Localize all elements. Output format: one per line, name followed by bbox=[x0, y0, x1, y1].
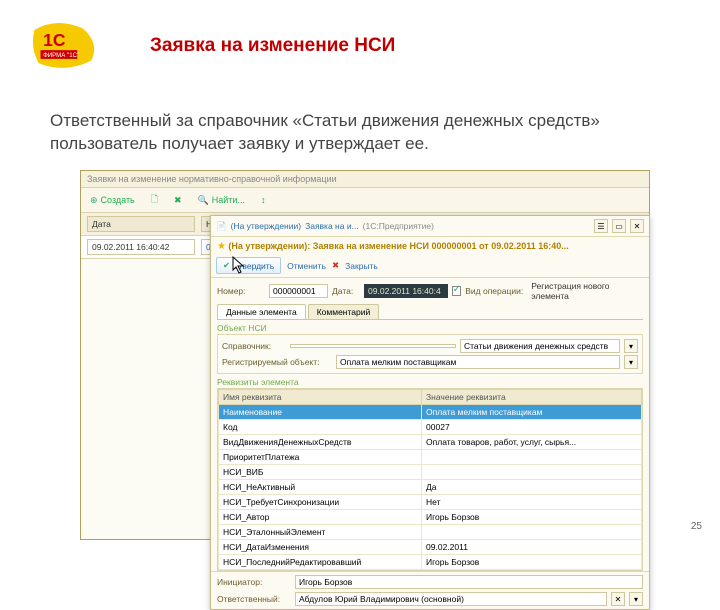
page-number: 25 bbox=[691, 521, 702, 532]
table-row[interactable]: НСИ_ПоследнийРедактировавшийИгорь Борзов bbox=[219, 555, 642, 570]
winbtn-1[interactable]: ☰ bbox=[594, 219, 608, 233]
star-icon: ★ bbox=[217, 241, 226, 252]
table-row[interactable]: НСИ_ВИБ bbox=[219, 465, 642, 480]
regobj-select[interactable]: ▾ bbox=[624, 355, 638, 369]
table-row[interactable]: НСИ_ЭталонныйЭлемент bbox=[219, 525, 642, 540]
req-value-cell: Игорь Борзов bbox=[422, 510, 642, 525]
toolbar-action-1[interactable]: 🗋 bbox=[146, 190, 163, 210]
regobj-field[interactable]: Оплата мелким поставщикам bbox=[336, 355, 620, 369]
col-req-value[interactable]: Значение реквизита bbox=[422, 390, 642, 405]
slide-title: Заявка на изменение НСИ bbox=[150, 35, 395, 57]
search-icon: 🔍 bbox=[198, 195, 209, 206]
req-value-cell: Игорь Борзов bbox=[422, 555, 642, 570]
request-form-window: 📄 (На утверждении) Заявка на и... (1С:Пр… bbox=[210, 215, 650, 610]
table-row[interactable]: НСИ_НеАктивныйДа bbox=[219, 480, 642, 495]
req-value-cell bbox=[422, 450, 642, 465]
form-title: (На утверждении): Заявка на изменение НС… bbox=[228, 241, 568, 251]
table-row[interactable]: НаименованиеОплата мелким поставщикам bbox=[219, 405, 642, 420]
req-name-cell: НСИ_ЭталонныйЭлемент bbox=[219, 525, 422, 540]
find-button[interactable]: 🔍Найти... bbox=[193, 193, 250, 208]
ref-value[interactable]: Статьи движения денежных средств bbox=[460, 339, 620, 353]
slide-description: Ответственный за справочник «Статьи движ… bbox=[50, 110, 650, 156]
req-value-cell: Нет bbox=[422, 495, 642, 510]
responsible-label: Ответственный: bbox=[217, 594, 291, 604]
plus-icon: ⊕ bbox=[90, 195, 98, 206]
date-label: Дата: bbox=[332, 286, 360, 296]
col-date[interactable]: Дата bbox=[87, 216, 195, 232]
req-name-cell: Код bbox=[219, 420, 422, 435]
date-field[interactable]: 09.02.2011 16:40:4 bbox=[364, 284, 448, 298]
check-icon: ✔ bbox=[223, 260, 230, 271]
req-value-cell: 09.02.2011 bbox=[422, 540, 642, 555]
table-row[interactable]: ПриоритетПлатежа bbox=[219, 450, 642, 465]
resp-clear[interactable]: ✕ bbox=[611, 592, 625, 606]
table-row[interactable]: НСИ_ДатаИзменения09.02.2011 bbox=[219, 540, 642, 555]
req-name-cell: НСИ_ВИБ bbox=[219, 465, 422, 480]
requisites-table: Имя реквизита Значение реквизита Наимено… bbox=[218, 389, 642, 570]
req-name-cell: ВидДвиженияДенежныхСредств bbox=[219, 435, 422, 450]
op-label: Вид операции: bbox=[465, 286, 527, 296]
req-name-cell: Наименование bbox=[219, 405, 422, 420]
req-name-cell: ПриоритетПлатежа bbox=[219, 450, 422, 465]
req-value-cell: Оплата товаров, работ, услуг, сырья... bbox=[422, 435, 642, 450]
req-value-cell: Да bbox=[422, 480, 642, 495]
approve-button[interactable]: ✔Утвердить bbox=[216, 257, 281, 274]
ref-field[interactable] bbox=[290, 344, 456, 348]
table-row[interactable]: НСИ_ТребуетСинхронизацииНет bbox=[219, 495, 642, 510]
section-requisites: Реквизиты элемента bbox=[211, 374, 649, 388]
tab-comment[interactable]: Комментарий bbox=[308, 304, 380, 319]
req-value-cell: 00027 bbox=[422, 420, 642, 435]
cursor-icon bbox=[232, 256, 246, 279]
row-date[interactable]: 09.02.2011 16:40:42 bbox=[87, 239, 195, 255]
initiator-field[interactable]: Игорь Борзов bbox=[295, 575, 643, 589]
tab-data[interactable]: Данные элемента bbox=[217, 304, 306, 319]
toolbar-action-2[interactable]: ✖ bbox=[169, 193, 187, 208]
ref-select[interactable]: ▾ bbox=[624, 339, 638, 353]
number-field[interactable]: 000000001 bbox=[269, 284, 328, 298]
logo-1c: 1C ФИРМА "1С" bbox=[30, 20, 100, 80]
table-row[interactable]: Код00027 bbox=[219, 420, 642, 435]
responsible-field[interactable]: Абдулов Юрий Владимирович (основной) bbox=[295, 592, 607, 606]
toolbar-action-3[interactable]: ↕ bbox=[256, 193, 271, 207]
close-link[interactable]: Закрыть bbox=[345, 261, 378, 271]
section-object: Объект НСИ bbox=[211, 320, 649, 334]
breadcrumb-status[interactable]: (На утверждении) bbox=[231, 221, 301, 231]
req-name-cell: НСИ_ТребуетСинхронизации bbox=[219, 495, 422, 510]
req-value-cell bbox=[422, 465, 642, 480]
winbtn-close[interactable]: ✕ bbox=[630, 219, 644, 233]
table-row[interactable]: НСИ_АвторИгорь Борзов bbox=[219, 510, 642, 525]
winbtn-2[interactable]: ▭ bbox=[612, 219, 626, 233]
svg-text:1C: 1C bbox=[43, 30, 66, 50]
close-icon: ✖ bbox=[332, 260, 339, 271]
initiator-label: Инициатор: bbox=[217, 577, 291, 587]
col-req-name[interactable]: Имя реквизита bbox=[219, 390, 422, 405]
svg-text:ФИРМА "1С": ФИРМА "1С" bbox=[43, 52, 79, 59]
number-label: Номер: bbox=[217, 286, 265, 296]
window-title: Заявки на изменение нормативно-справочно… bbox=[81, 171, 649, 188]
op-checkbox[interactable] bbox=[452, 286, 462, 296]
req-name-cell: НСИ_Автор bbox=[219, 510, 422, 525]
req-name-cell: НСИ_ПоследнийРедактировавший bbox=[219, 555, 422, 570]
create-button[interactable]: ⊕Создать bbox=[85, 193, 140, 208]
regobj-label: Регистрируемый объект: bbox=[222, 357, 332, 367]
req-value-cell bbox=[422, 525, 642, 540]
req-name-cell: НСИ_ДатаИзменения bbox=[219, 540, 422, 555]
breadcrumb-icon: 📄 bbox=[216, 221, 227, 232]
req-name-cell: НСИ_НеАктивный bbox=[219, 480, 422, 495]
resp-select[interactable]: ▾ bbox=[629, 592, 643, 606]
req-value-cell: Оплата мелким поставщикам bbox=[422, 405, 642, 420]
ref-label: Справочник: bbox=[222, 341, 286, 351]
table-row[interactable]: ВидДвиженияДенежныхСредствОплата товаров… bbox=[219, 435, 642, 450]
op-value: Регистрация нового элемента bbox=[531, 281, 643, 301]
breadcrumb-doc[interactable]: Заявка на и... bbox=[305, 221, 359, 231]
breadcrumb-app: (1С:Предприятие) bbox=[363, 221, 434, 231]
reject-link[interactable]: Отменить bbox=[287, 261, 326, 271]
list-toolbar: ⊕Создать 🗋 ✖ 🔍Найти... ↕ bbox=[81, 188, 649, 213]
